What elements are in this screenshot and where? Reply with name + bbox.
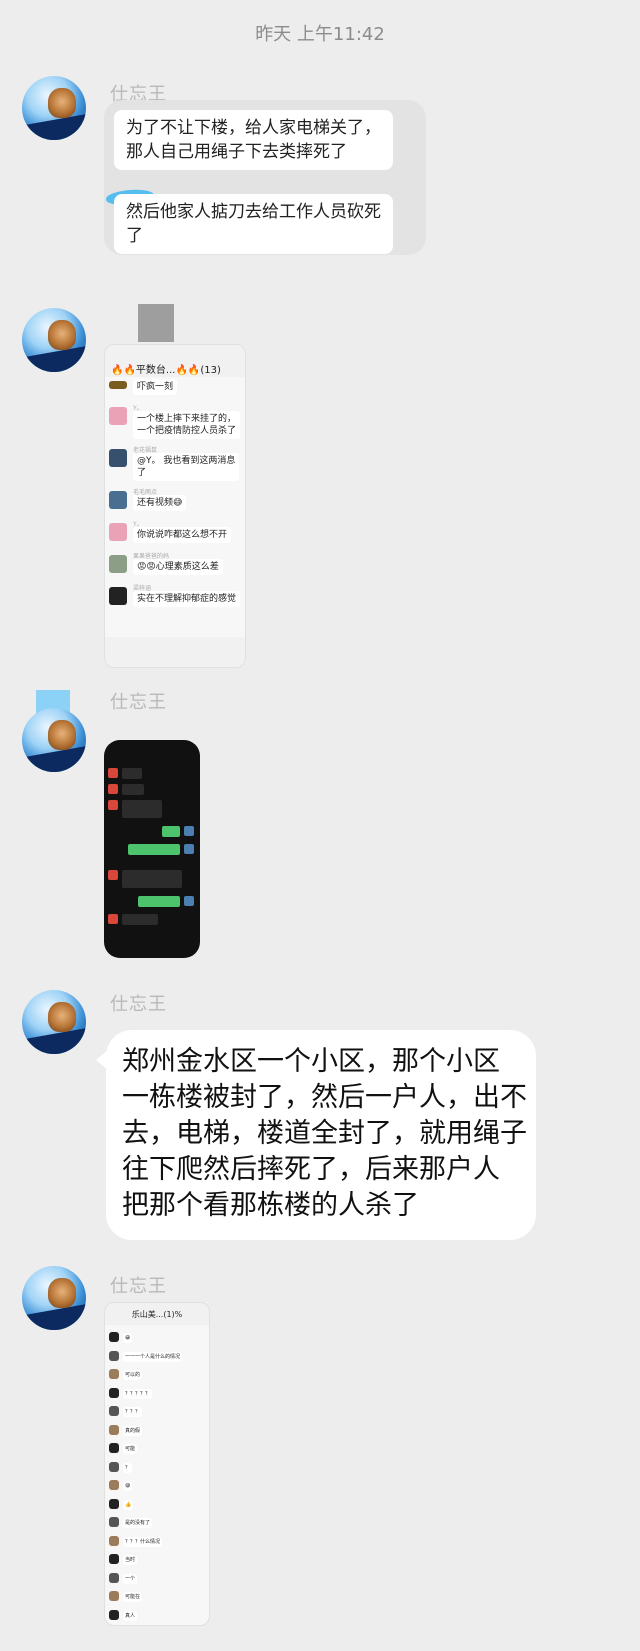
screenshot-row: 👍 [109,1496,205,1514]
screenshot-bubble: 真的假 [123,1425,143,1436]
screenshot-row: 可能 [109,1440,205,1458]
message-record: 仕忘王 为了不让下楼，给人家电梯关了， 那人自己用绳子下去类摔死了 然后他家人掂… [0,70,640,285]
avatar [109,1350,119,1361]
screenshot-bubble: ？？？ [123,1407,143,1417]
screenshot-row: 果果爸爸的妈 😡😡心理素质这么差 [109,551,241,579]
dark-chat-screenshot-image[interactable] [104,740,200,958]
avatar [109,1332,119,1342]
screenshot-row: 一个 [109,1570,205,1588]
avatar [109,1387,119,1398]
avatar [109,1517,119,1527]
screenshot-row: Y。 一个楼上摔下来挂了的， 一个把疫情防控人员杀了 [109,403,241,441]
screenshot-title: 乐山美...(1)% [105,1303,209,1325]
avatar [109,1591,119,1601]
screenshot-bubble: 是的没有了 [123,1518,153,1528]
screenshot-bubble: 😀 [123,1333,133,1343]
avatar [109,1572,119,1583]
screenshot-bubble: 可能在 [123,1592,143,1602]
record-bubble: 然后他家人掂刀去给工作人员砍死 了 [114,194,393,254]
screenshot-bubble: 可能 [123,1444,138,1454]
screenshot-bubble: ？？？什么情况 [123,1536,163,1547]
screenshot-bubble: 一个 [123,1573,138,1584]
screenshot-row: 一一一个人是什么的情况 [109,1348,205,1366]
chat-screenshot-image[interactable]: 乐山美...(1)% 😀 一一一个人是什么的情况 可以的？？？？？？？？ 真的假 可能？… [104,1302,210,1626]
screenshot-bubble: 可以的 [123,1370,143,1380]
avatar [109,1535,119,1546]
sender-name: 仕忘王 [110,994,167,1015]
avatar [109,1609,119,1620]
avatar[interactable] [22,308,86,372]
screenshot-row: 毛毛雨点 还有视频😅 [109,487,241,515]
screenshot-row: ？？？ [109,1403,205,1421]
screenshot-bubble: 真人 [123,1610,138,1621]
avatar [109,1443,119,1453]
screenshot-row: 真人 [109,1607,205,1625]
message-image: 仕忘王 [0,688,640,970]
screenshot-row: 可以的 [109,1366,205,1384]
chat-record-card[interactable]: 为了不让下楼，给人家电梯关了， 那人自己用绳子下去类摔死了 然后他家人掂刀去给工… [104,100,426,255]
avatar [109,1406,119,1416]
avatar [109,1424,119,1435]
redaction-block [138,304,174,342]
avatar [109,1461,119,1472]
screenshot-bubble: 当时 [123,1555,138,1565]
screenshot-bubble: ？ [123,1462,133,1473]
message-image: 🔥🔥平数台...🔥🔥(13) 吓疯一刻 Y。 一个楼上摔下来挂了的， 一个把疫情防… [0,300,640,670]
avatar [109,1369,119,1379]
avatar[interactable] [22,990,86,1054]
chat-screenshot-image[interactable]: 🔥🔥平数台...🔥🔥(13) 吓疯一刻 Y。 一个楼上摔下来挂了的， 一个把疫情防… [104,344,246,668]
screenshot-input-bar [105,637,245,667]
record-bubble: 为了不让下楼，给人家电梯关了， 那人自己用绳子下去类摔死了 [114,110,393,170]
screenshot-row: Y。 你说说咋都这么想不开 [109,519,241,547]
screenshot-row: 是的没有了 [109,1514,205,1532]
avatar [109,1498,119,1509]
avatar[interactable] [22,76,86,140]
avatar[interactable] [22,1266,86,1330]
screenshot-row: 😀 [109,1329,205,1347]
screenshot-bubble: ？？？？？ [123,1388,153,1399]
timestamp: 昨天 上午11:42 [255,24,385,45]
screenshot-row: 真的假 [109,1422,205,1440]
sender-name: 仕忘王 [110,692,167,713]
avatar [109,1554,119,1564]
message-image: 仕忘王 乐山美...(1)% 😀 一一一个人是什么的情况 可以的？？？？？？？？ 真的… [0,1262,640,1651]
screenshot-row: 当时 [109,1551,205,1569]
screenshot-title: 🔥🔥平数台...🔥🔥(13) [105,345,245,377]
screenshot-row: ？ [109,1459,205,1477]
screenshot-row: ？？？？？ [109,1385,205,1403]
screenshot-row: 😅 [109,1477,205,1495]
screenshot-bubble: 一一一个人是什么的情况 [123,1351,183,1362]
screenshot-row: 老花福鼠 @Y。 我也看到这两消息 了 [109,445,241,483]
screenshot-row: ？？？什么情况 [109,1533,205,1551]
screenshot-bubble: 😅 [123,1481,133,1491]
screenshot-bubble: 👍 [123,1499,134,1510]
message-text: 仕忘王 郑州金水区一个小区，那个小区 一栋楼被封了，然后一户人，出不 去，电梯，… [0,990,640,1240]
screenshot-row: 梁梓涵 实在不理解抑郁症的感觉 [109,583,241,611]
avatar [109,1480,119,1490]
avatar[interactable] [22,708,86,772]
screenshot-row: 可能在 [109,1588,205,1606]
text-bubble[interactable]: 郑州金水区一个小区，那个小区 一栋楼被封了，然后一户人，出不 去，电梯，楼道全封… [96,1030,536,1240]
sender-name: 仕忘王 [110,1276,167,1297]
